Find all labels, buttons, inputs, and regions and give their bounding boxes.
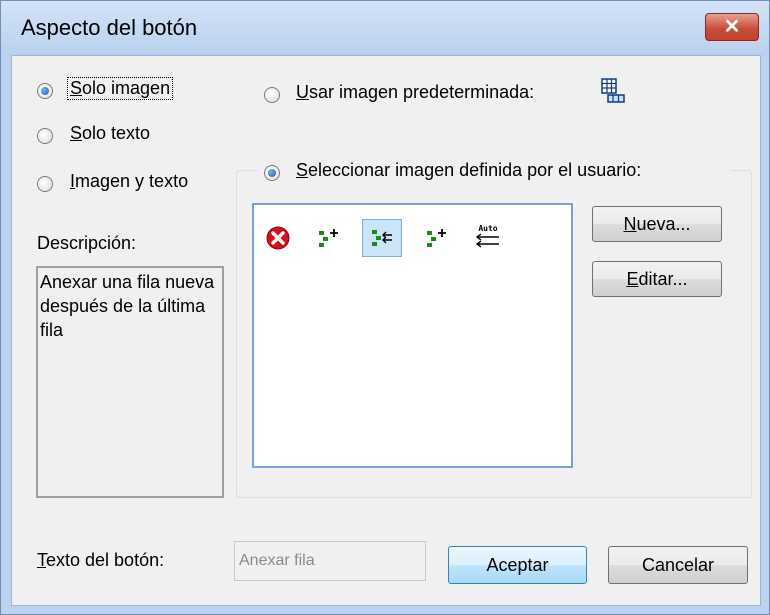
image-list-panel[interactable]: Auto [252,203,573,468]
close-icon: ✕ [723,16,741,38]
dialog-body: Solo imagen Solo texto Imagen y texto De… [11,55,761,606]
button-text-label: Texto del botón: [37,550,165,570]
radio-solo-imagen[interactable] [37,83,53,99]
tree-indent-icon [369,225,395,251]
error-x-icon[interactable] [265,225,291,251]
tree-add-icon[interactable] [422,225,448,251]
selected-image-cell[interactable] [362,219,402,257]
description-box: Anexar una fila nueva después de la últi… [36,266,224,498]
ok-button[interactable]: Aceptar [448,546,587,584]
close-button[interactable]: ✕ [705,13,759,41]
window-title: Aspecto del botón [21,15,198,40]
radio-imagen-y-texto[interactable] [37,176,53,192]
dialog-window: Aspecto del botón ✕ Solo imagen Solo tex… [0,0,770,615]
radio-label-solo-imagen[interactable]: Solo imagen [66,77,174,100]
radio-label-default-image[interactable]: Usar imagen predeterminada: [296,82,534,103]
description-text: Anexar una fila nueva después de la últi… [40,272,215,340]
radio-label-imagen-y-texto[interactable]: Imagen y texto [70,171,188,192]
title-bar[interactable]: Aspecto del botón ✕ [1,1,769,55]
new-button[interactable]: Nueva... [592,206,722,242]
radio-label-solo-texto[interactable]: Solo texto [70,123,150,144]
tree-add-icon[interactable] [314,225,340,251]
radio-default-image[interactable] [264,87,280,103]
cancel-button[interactable]: Cancelar [608,546,748,584]
button-text-input[interactable] [234,541,426,581]
auto-icon-text: Auto [478,224,498,233]
radio-user-image[interactable] [264,165,280,181]
table-append-row-icon [600,78,626,104]
description-label: Descripción: [37,233,137,253]
radio-solo-texto[interactable] [37,128,53,144]
edit-button[interactable]: Editar... [592,261,722,297]
radio-label-user-image[interactable]: Seleccionar imagen definida por el usuar… [296,160,641,181]
auto-arrows-icon[interactable]: Auto [473,225,503,251]
